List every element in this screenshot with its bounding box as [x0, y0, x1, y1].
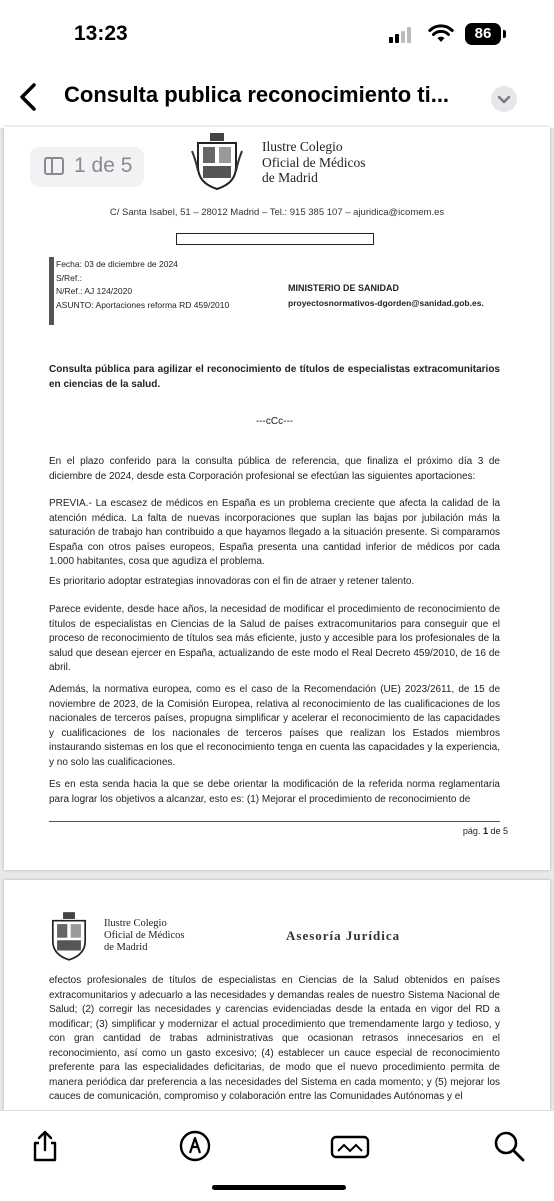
cellular-signal-icon: [389, 27, 411, 43]
page-number-total: de 5: [487, 826, 508, 836]
recipient-name: MINISTERIO DE SANIDAD: [288, 283, 400, 293]
meta-subject: ASUNTO: Aportaciones reforma RD 459/2010: [56, 299, 230, 310]
share-icon[interactable]: [28, 1129, 62, 1163]
letterhead-address: C/ Santa Isabel, 51 – 28012 Madrid – Tel…: [109, 207, 445, 218]
doc-separator: ---cCc---: [255, 416, 294, 427]
paragraph: Es en esta senda hacia la que se debe or…: [49, 779, 500, 805]
document-meta: Fecha: 03 de diciembre de 2024 S/Ref.: N…: [56, 258, 276, 312]
org-name: Ilustre Colegio Oficial de Médicos de Ma…: [104, 918, 184, 954]
wifi-icon: [428, 24, 454, 42]
status-bar: 13:23 86: [0, 0, 554, 66]
crest-logo-icon: [51, 912, 87, 961]
paragraph: efectos profesionales de títulos de espe…: [49, 975, 500, 1102]
pdf-page-2[interactable]: Ilustre Colegio Oficial de Médicos de Ma…: [4, 880, 550, 1110]
paragraph: Es prioritario adoptar estrategias innov…: [49, 576, 415, 587]
title-menu-button[interactable]: [491, 86, 517, 112]
paragraph: Además, la normativa europea, como es el…: [49, 684, 500, 768]
recipient-email: proyectosnormativos-dgorden@sanidad.gob.…: [288, 298, 484, 309]
navigation-bar: Consulta publica reconocimiento ti...: [0, 66, 554, 129]
page-indicator[interactable]: 1 de 5: [30, 147, 144, 187]
paragraph: PREVIA.- La escasez de médicos en España…: [49, 498, 500, 567]
meta-date: Fecha: 03 de diciembre de 2024: [56, 259, 178, 269]
home-indicator: [212, 1185, 346, 1190]
status-time: 13:23: [74, 22, 128, 45]
page-number: pág. 1 de 5: [463, 826, 508, 836]
page-number-label: pág.: [462, 826, 483, 836]
meta-sref: S/Ref.:: [56, 272, 82, 283]
department-header: Asesoría Jurídica: [286, 928, 401, 943]
document-title: Consulta publica reconocimiento ti...: [64, 82, 450, 107]
markup-icon[interactable]: [178, 1129, 212, 1163]
paragraph: En el plazo conferido para la consulta p…: [49, 456, 500, 482]
paragraph: Parece evidente, desde hace años, la nec…: [49, 604, 500, 673]
crest-logo-icon: [191, 133, 243, 191]
page-indicator-label: 1 de 5: [74, 154, 133, 177]
back-chevron-icon[interactable]: [12, 80, 46, 114]
chevron-down-icon: [497, 95, 511, 104]
org-line: Ilustre Colegio: [104, 918, 167, 929]
recipient-block: MINISTERIO DE SANIDAD proyectosnormativo…: [288, 281, 484, 311]
pdf-page-1[interactable]: 1 de 5 Ilustre Colegio Oficial de Médico…: [4, 127, 550, 870]
battery-tip: [503, 30, 506, 38]
org-line: Oficial de Médicos: [262, 154, 366, 170]
search-icon[interactable]: [492, 1129, 526, 1163]
redacted-box: [176, 233, 374, 245]
doc-title: Consulta pública para agilizar el recono…: [49, 364, 500, 390]
meta-marker: [49, 257, 54, 325]
meta-nref: N/Ref.: AJ 124/2020: [56, 286, 133, 297]
org-line: Ilustre Colegio: [262, 139, 343, 154]
org-line: Oficial de Médicos: [104, 930, 185, 942]
org-line: de Madrid: [262, 170, 318, 186]
signature-icon[interactable]: [330, 1129, 370, 1163]
footer-divider: [49, 821, 500, 822]
sidebar-icon: [44, 157, 64, 175]
org-name: Ilustre Colegio Oficial de Médicos de Ma…: [262, 139, 365, 186]
battery-indicator: 86: [465, 23, 501, 45]
org-line: de Madrid: [104, 942, 148, 954]
